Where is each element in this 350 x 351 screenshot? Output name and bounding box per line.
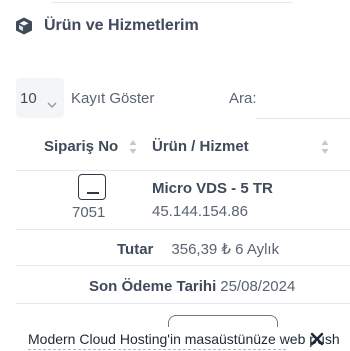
column-header-order-no[interactable]: Sipariş No xyxy=(44,138,118,155)
search-input[interactable] xyxy=(256,78,350,119)
row-expand-button[interactable] xyxy=(78,174,106,200)
services-table: Sipariş No Ürün / Hizmet xyxy=(16,126,350,171)
panel-header: Ürün ve Hizmetlerim xyxy=(14,16,199,36)
search-label: Ara: xyxy=(229,90,257,107)
page-length-value: 10 xyxy=(20,89,37,107)
price-label: Tutar xyxy=(117,241,154,258)
minus-icon xyxy=(87,192,99,194)
due-date-row: Son Ödeme Tarihi 25/08/2024 xyxy=(89,278,295,295)
chevron-down-icon xyxy=(47,95,57,108)
price-value: 356,39 ₺ 6 Aylık xyxy=(171,241,280,258)
order-number: 7051 xyxy=(72,204,106,221)
detail-divider xyxy=(16,265,350,266)
detail-divider xyxy=(16,303,350,304)
row-divider xyxy=(16,229,350,230)
push-notification-banner: Modern Cloud Hosting'in masaüstünüze web… xyxy=(0,327,350,350)
due-date-label: Son Ödeme Tarihi xyxy=(89,278,217,295)
service-name: Micro VDS - 5 TR xyxy=(152,180,273,197)
sort-icon[interactable] xyxy=(321,139,329,155)
column-header-service[interactable]: Ürün / Hizmet xyxy=(152,138,249,155)
close-icon[interactable] xyxy=(310,332,324,346)
page-length-select[interactable]: 10 xyxy=(16,78,64,118)
sort-icon[interactable] xyxy=(129,139,137,155)
previous-card-edge xyxy=(52,0,292,3)
table-controls: 10 Kayıt Göster Ara: xyxy=(16,78,350,122)
table-header: Sipariş No Ürün / Hizmet xyxy=(16,126,350,171)
service-ip: 45.144.154.86 xyxy=(152,203,248,220)
price-row: Tutar 356,39 ₺ 6 Aylık xyxy=(117,240,279,258)
server-box-icon xyxy=(14,16,34,36)
panel-title: Ürün ve Hizmetlerim xyxy=(44,17,199,34)
top-edge xyxy=(0,0,350,5)
push-banner-text: Modern Cloud Hosting'in masaüstünüze web… xyxy=(28,330,340,347)
due-date-value: 25/08/2024 xyxy=(220,278,296,295)
page-length-label: Kayıt Göster xyxy=(71,90,155,107)
